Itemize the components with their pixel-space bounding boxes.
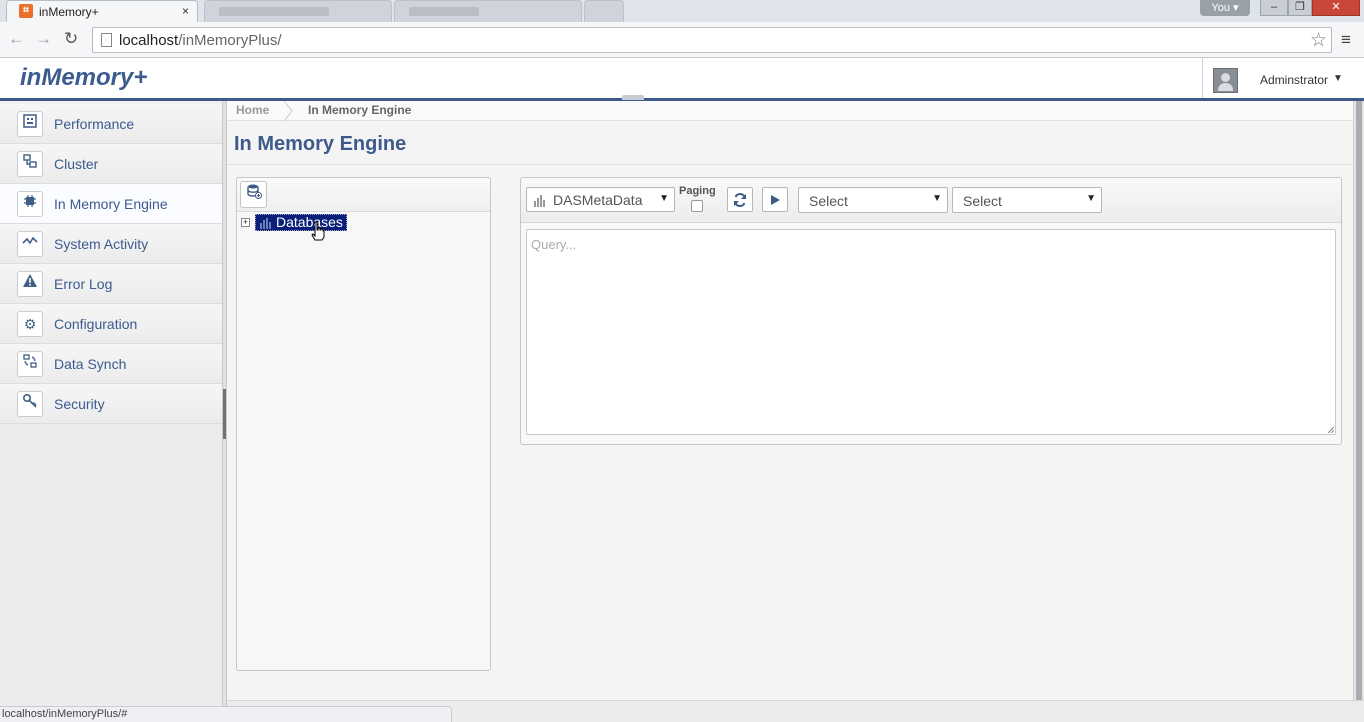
header-splitter-grip[interactable] — [622, 95, 644, 100]
select-value: Select — [963, 193, 1002, 209]
sidebar-item-performance[interactable]: Performance — [0, 104, 222, 144]
sidebar-item-label: System Activity — [54, 236, 149, 252]
page-icon — [101, 33, 112, 47]
paging-label: Paging — [679, 185, 716, 197]
add-database-button[interactable] — [240, 181, 267, 208]
run-query-button[interactable] — [762, 187, 788, 212]
select-value: Select — [809, 193, 848, 209]
play-icon — [771, 195, 780, 205]
forward-arrow-icon[interactable]: → — [35, 29, 52, 49]
resize-grip-icon[interactable] — [1326, 425, 1334, 433]
browser-address-bar: ← → ↻ localhost/inMemoryPlus/ ☆ ≡ — [0, 22, 1364, 58]
title-divider — [227, 164, 1353, 165]
browser-status-bar: localhost/inMemoryPlus/# — [0, 706, 452, 722]
refresh-button[interactable] — [727, 187, 753, 212]
sidebar-item-label: Data Synch — [54, 356, 127, 372]
restore-icon[interactable]: ❐ — [1288, 0, 1312, 16]
breadcrumb-current: In Memory Engine — [308, 103, 412, 117]
hand-cursor-icon — [311, 221, 325, 241]
sidebar-item-label: Cluster — [54, 156, 99, 172]
sidebar-item-cluster[interactable]: Cluster — [0, 144, 222, 184]
url-host: localhost — [119, 32, 179, 49]
caret-down-icon: ▼ — [1333, 73, 1343, 84]
sidebar-item-label: Error Log — [54, 276, 113, 292]
tree-expand-icon[interactable]: + — [241, 218, 250, 227]
url-input[interactable]: localhost/inMemoryPlus/ ☆ — [92, 27, 1332, 53]
sidebar-item-in-memory-engine[interactable]: In Memory Engine — [0, 184, 222, 224]
sidebar: Performance Cluster In Memory Engine Sys… — [0, 104, 222, 722]
app-favicon-icon: ⌗ — [19, 4, 33, 18]
cluster-icon — [17, 151, 43, 177]
refresh-icon — [734, 192, 746, 208]
breadcrumb-separator-icon — [283, 101, 293, 121]
datasource-select[interactable]: DASMetaData ▼ — [526, 187, 675, 212]
tree-node-label: Databases — [276, 214, 343, 230]
sidebar-item-configuration[interactable]: ⚙ Configuration — [0, 304, 222, 344]
sidebar-item-label: In Memory Engine — [54, 196, 168, 212]
query-editor[interactable] — [526, 229, 1336, 435]
warning-icon — [17, 271, 43, 297]
bookmark-star-icon[interactable]: ☆ — [1310, 29, 1327, 52]
browser-tab-active[interactable]: ⌗ inMemory+ × — [6, 0, 198, 22]
main-content: Home In Memory Engine In Memory Engine +… — [227, 101, 1353, 701]
datasource-value: DASMetaData — [553, 192, 643, 208]
query-toolbar: DASMetaData ▼ Paging Select ▼ Select ▼ — [521, 178, 1341, 223]
blurred-tab-text — [409, 7, 479, 16]
tree-toolbar — [237, 178, 490, 212]
reload-icon[interactable]: ↻ — [64, 29, 78, 49]
sidebar-item-label: Performance — [54, 116, 135, 132]
vertical-scrollbar[interactable] — [1353, 101, 1364, 700]
sidebar-item-system-activity[interactable]: System Activity — [0, 224, 222, 264]
paging-checkbox[interactable] — [691, 200, 703, 212]
browser-tab-title: inMemory+ — [39, 5, 99, 19]
back-arrow-icon[interactable]: ← — [8, 29, 25, 49]
status-url: localhost/inMemoryPlus/# — [2, 708, 128, 720]
select-dropdown-1[interactable]: Select ▼ — [798, 187, 948, 213]
splitter-handle[interactable] — [223, 389, 226, 439]
datasource-icon — [534, 195, 545, 207]
browser-menu-icon[interactable]: ≡ — [1341, 30, 1351, 50]
database-add-icon — [246, 184, 262, 199]
window-close-icon[interactable]: ✕ — [1312, 0, 1360, 16]
app-header: inMemory+ Adminstrator ▼ — [0, 58, 1364, 101]
url-text: localhost/inMemoryPlus/ — [119, 32, 282, 49]
browser-tab-bar: ⌗ inMemory+ × You ▾ – ❐ ✕ — [0, 0, 1364, 22]
database-node-icon — [260, 218, 271, 229]
sidebar-item-label: Security — [54, 396, 105, 412]
gear-icon: ⚙ — [17, 311, 43, 337]
page-title: In Memory Engine — [234, 133, 407, 155]
brand-logo[interactable]: inMemory+ — [20, 64, 147, 92]
browser-tab-background[interactable] — [204, 0, 392, 22]
avatar — [1213, 68, 1238, 93]
breadcrumb-home-link[interactable]: Home — [236, 103, 269, 117]
new-tab-button[interactable] — [584, 0, 624, 22]
key-icon — [17, 391, 43, 417]
sync-icon — [17, 351, 43, 377]
user-name: Adminstrator — [1260, 73, 1329, 87]
activity-icon — [17, 231, 43, 257]
sidebar-item-data-synch[interactable]: Data Synch — [0, 344, 222, 384]
minimize-icon[interactable]: – — [1260, 0, 1288, 16]
select-dropdown-2[interactable]: Select ▼ — [952, 187, 1102, 213]
dashboard-icon — [17, 111, 43, 137]
chip-icon — [17, 191, 43, 217]
database-tree-panel: + Databases — [236, 177, 491, 671]
sidebar-item-error-log[interactable]: Error Log — [0, 264, 222, 304]
browser-tab-background[interactable] — [394, 0, 582, 22]
url-path: /inMemoryPlus/ — [178, 32, 282, 49]
window-user-label: You — [1211, 2, 1230, 14]
window-user-badge[interactable]: You ▾ — [1200, 0, 1250, 16]
blurred-tab-text — [219, 7, 329, 16]
query-panel: DASMetaData ▼ Paging Select ▼ Select ▼ — [520, 177, 1342, 445]
sidebar-item-label: Configuration — [54, 316, 138, 332]
caret-down-icon: ▼ — [932, 193, 942, 204]
sidebar-item-security[interactable]: Security — [0, 384, 222, 424]
caret-down-icon: ▼ — [1086, 193, 1096, 204]
caret-down-icon: ▼ — [659, 193, 669, 204]
breadcrumb: Home In Memory Engine — [227, 101, 1353, 121]
user-menu[interactable]: Adminstrator ▼ — [1202, 58, 1364, 98]
tab-close-icon[interactable]: × — [182, 4, 189, 18]
tree-node-databases[interactable]: Databases — [255, 214, 347, 231]
